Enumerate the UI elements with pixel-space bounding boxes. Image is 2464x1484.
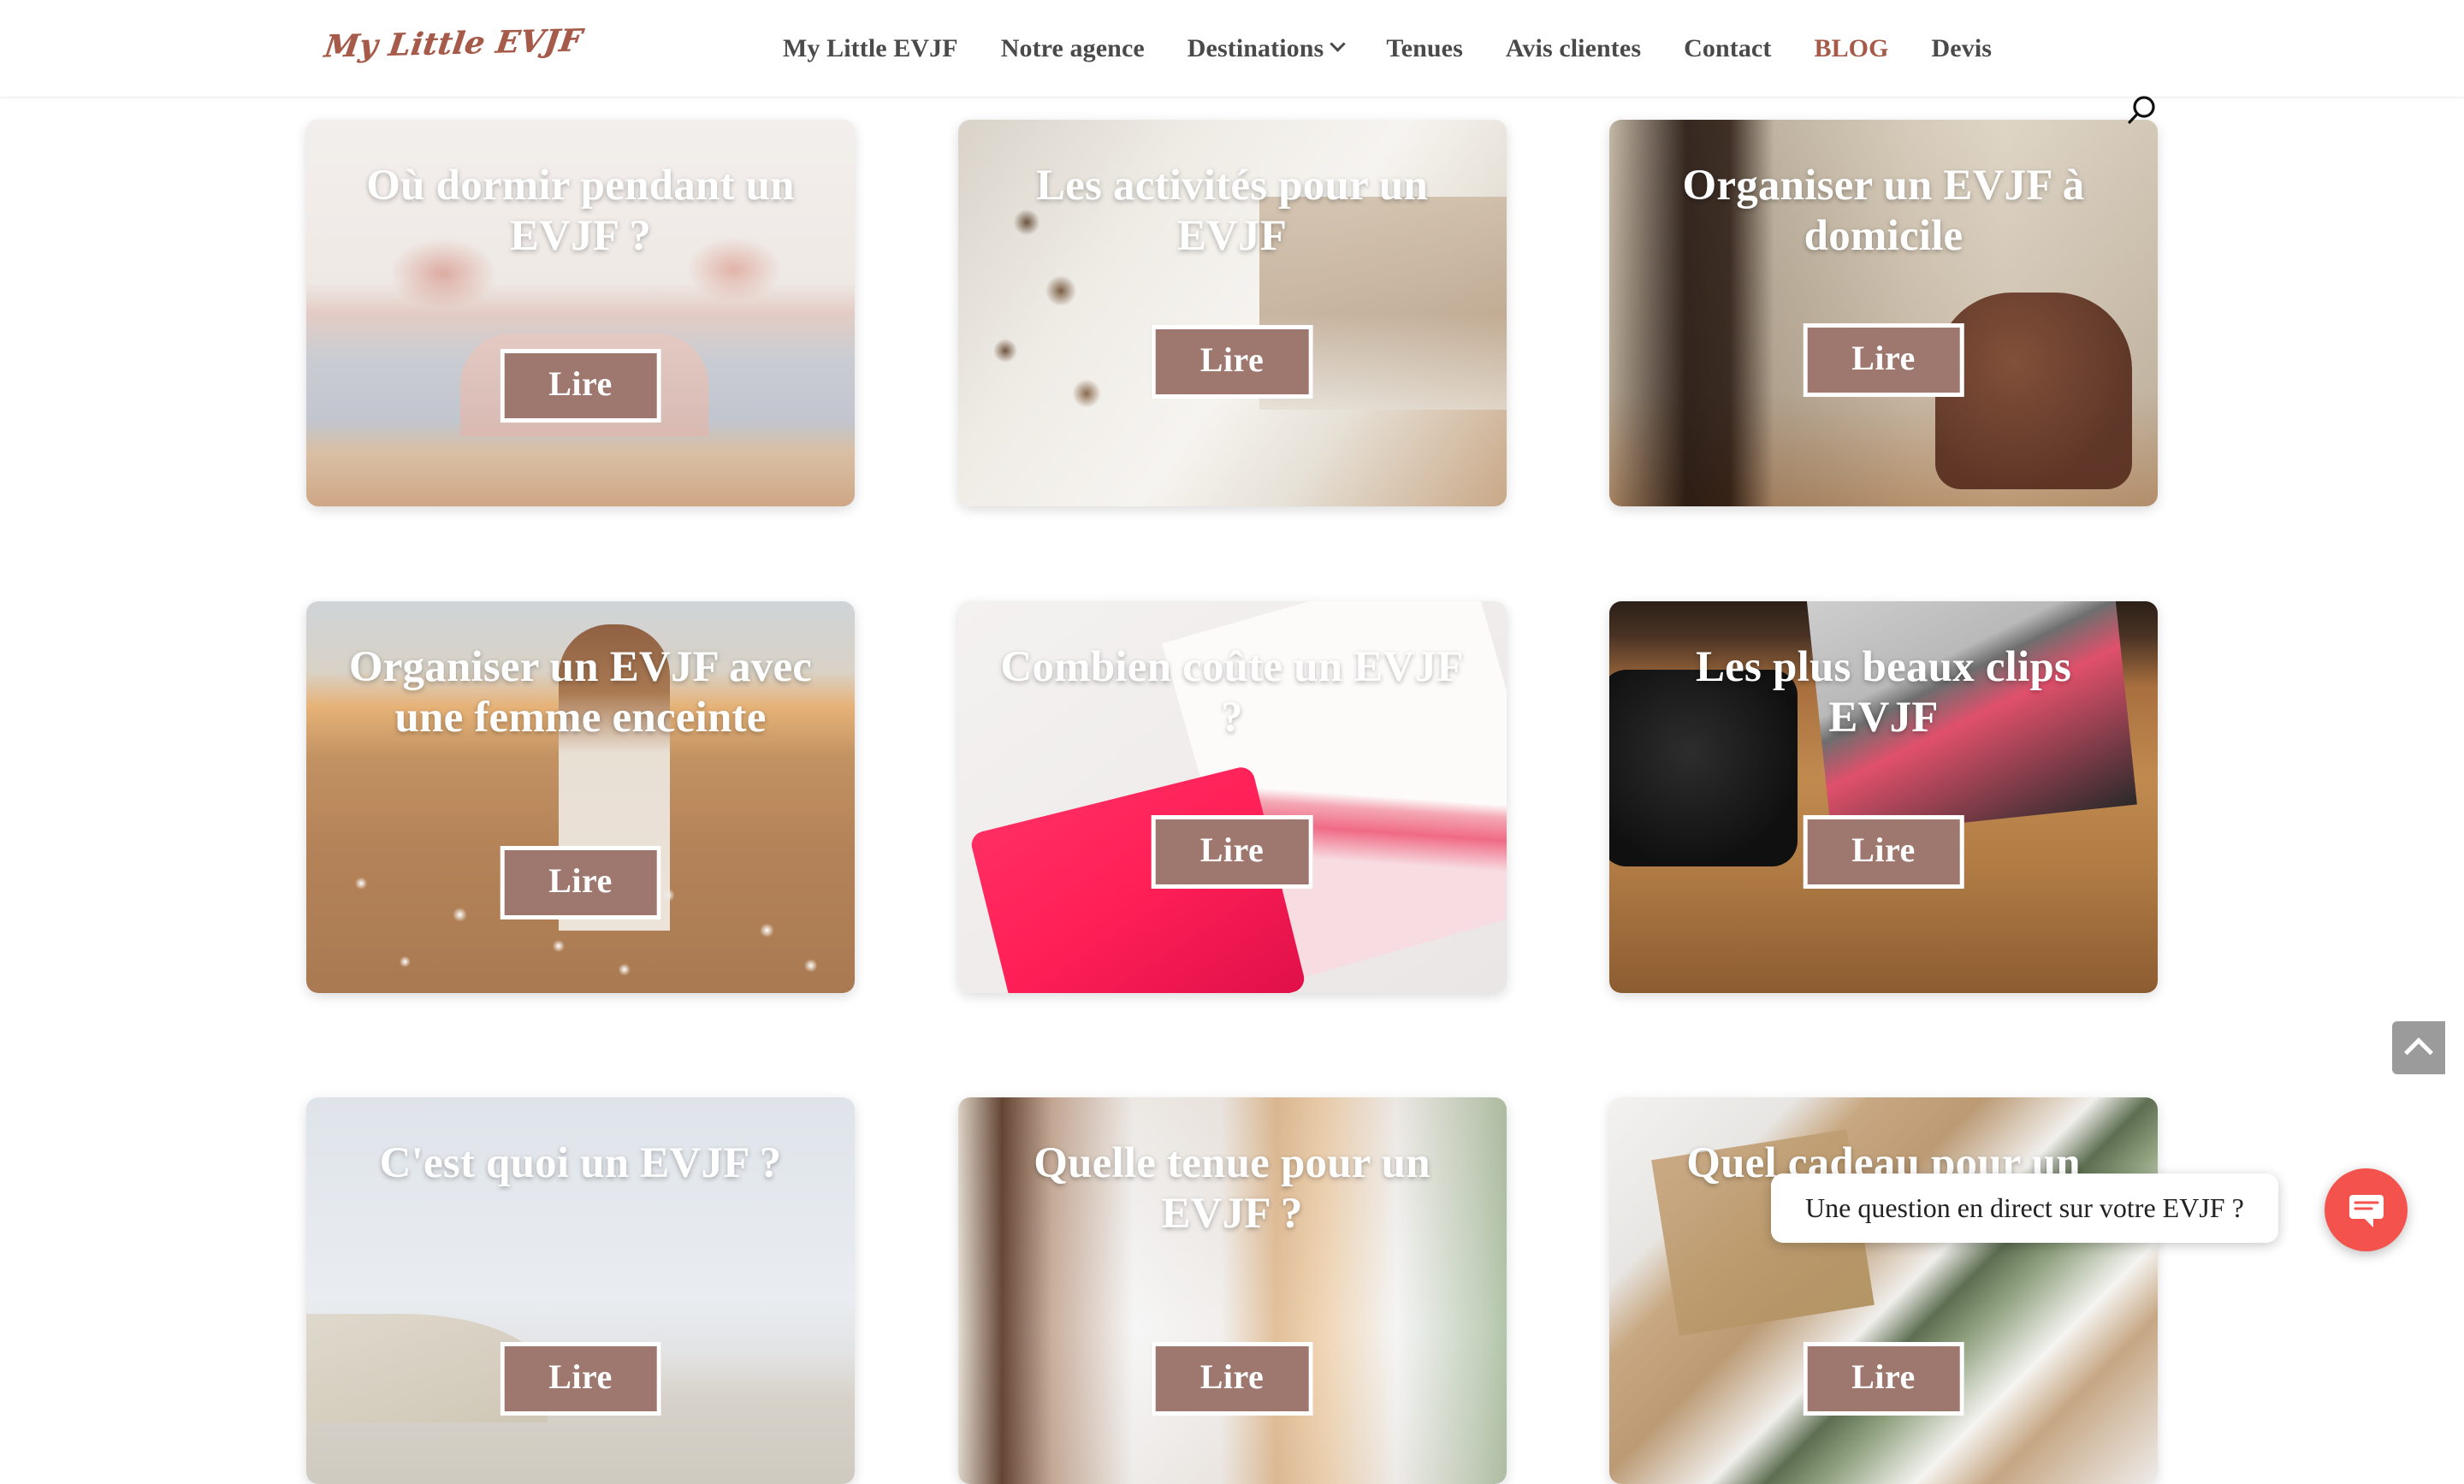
nav-item-avis-clientes[interactable]: Avis clientes <box>1484 34 1662 63</box>
read-button[interactable]: Lire <box>1151 815 1313 889</box>
header-inner: My Little EVJF My Little EVJF Notre agen… <box>0 0 2464 124</box>
card-row-2: Organiser un EVJF avec une femme enceint… <box>306 601 2158 993</box>
card-title: Où dormir pendant un EVJF ? <box>366 162 795 261</box>
nav-item-tenues[interactable]: Tenues <box>1365 34 1484 63</box>
chat-prompt-bubble[interactable]: Une question en direct sur votre EVJF ? <box>1771 1174 2278 1243</box>
chat-bubble-icon <box>2348 1194 2384 1227</box>
card-overlay: Quel cadeau pour un EVJF ? <box>1609 1097 2158 1484</box>
nav-item-devis[interactable]: Devis <box>1910 34 2014 63</box>
nav-label: Tenues <box>1386 33 1463 62</box>
card-title: Les activités pour un EVJF <box>1035 162 1429 261</box>
nav-item-my-little-evjf[interactable]: My Little EVJF <box>761 34 980 63</box>
card-overlay: Les activités pour un EVJF <box>958 120 1507 506</box>
card-overlay: Organiser un EVJF à domicile <box>1609 120 2158 506</box>
blog-card[interactable]: C'est quoi un EVJF ? Lire <box>306 1097 855 1484</box>
read-button[interactable]: Lire <box>1151 325 1313 399</box>
nav-label: Avis clientes <box>1505 33 1642 62</box>
card-overlay: Les plus beaux clips EVJF <box>1609 601 2158 993</box>
nav-label: My Little EVJF <box>783 33 958 62</box>
card-overlay: C'est quoi un EVJF ? <box>306 1097 855 1484</box>
nav-item-notre-agence[interactable]: Notre agence <box>980 34 1166 63</box>
chevron-down-icon <box>1330 36 1347 52</box>
blog-card[interactable]: Organiser un EVJF à domicile Lire <box>1609 120 2158 506</box>
chevron-up-icon <box>2404 1038 2433 1067</box>
nav-label: BLOG <box>1814 33 1889 62</box>
read-button[interactable]: Lire <box>500 846 661 919</box>
nav-label: Contact <box>1684 33 1772 62</box>
read-button[interactable]: Lire <box>500 1342 661 1416</box>
card-title: Les plus beaux clips EVJF <box>1695 643 2072 742</box>
blog-card[interactable]: Combien coûte un EVJF ? Lire <box>957 601 1507 993</box>
blog-card[interactable]: Les plus beaux clips EVJF Lire <box>1609 601 2158 993</box>
read-button[interactable]: Lire <box>1803 1342 1964 1416</box>
read-button[interactable]: Lire <box>500 349 661 423</box>
card-title: Organiser un EVJF avec une femme enceint… <box>348 643 813 742</box>
chat-launcher-button[interactable] <box>2325 1168 2408 1251</box>
blog-card[interactable]: Où dormir pendant un EVJF ? Lire <box>306 120 855 506</box>
site-header: My Little EVJF My Little EVJF Notre agen… <box>0 0 2464 124</box>
card-overlay: Quelle tenue pour un EVJF ? <box>958 1097 1507 1484</box>
blog-card[interactable]: Quelle tenue pour un EVJF ? Lire <box>957 1097 1507 1484</box>
nav-label: Notre agence <box>1000 33 1145 62</box>
card-overlay: Où dormir pendant un EVJF ? <box>306 120 855 506</box>
card-title: Combien coûte un EVJF ? <box>1000 643 1464 742</box>
card-overlay: Combien coûte un EVJF ? <box>958 601 1507 993</box>
card-row-3: C'est quoi un EVJF ? Lire Quelle tenue p… <box>306 1097 2158 1484</box>
blog-card[interactable]: Quel cadeau pour un EVJF ? Lire <box>1609 1097 2158 1484</box>
blog-card[interactable]: Organiser un EVJF avec une femme enceint… <box>306 601 855 993</box>
brand-logo[interactable]: My Little EVJF <box>323 22 584 64</box>
read-button[interactable]: Lire <box>1803 323 1964 397</box>
card-title: Quelle tenue pour un EVJF ? <box>1034 1139 1430 1239</box>
scroll-to-top-button[interactable] <box>2392 1021 2445 1074</box>
nav-item-destinations[interactable]: Destinations <box>1166 34 1365 63</box>
card-overlay: Organiser un EVJF avec une femme enceint… <box>306 601 855 993</box>
card-row-1: Où dormir pendant un EVJF ? Lire Les act… <box>306 120 2158 506</box>
blog-card[interactable]: Les activités pour un EVJF Lire <box>957 120 1507 506</box>
nav-item-blog[interactable]: BLOG <box>1792 34 1910 63</box>
main-navigation: My Little EVJF Notre agence Destinations… <box>761 0 2013 97</box>
read-button[interactable]: Lire <box>1803 815 1964 889</box>
read-button[interactable]: Lire <box>1151 1342 1313 1416</box>
nav-label: Devis <box>1931 33 1993 62</box>
search-icon[interactable] <box>2123 92 2160 130</box>
card-title: C'est quoi un EVJF ? <box>379 1139 782 1187</box>
nav-item-contact[interactable]: Contact <box>1662 34 1792 63</box>
card-title: Organiser un EVJF à domicile <box>1682 162 2085 261</box>
nav-label: Destinations <box>1187 33 1324 62</box>
